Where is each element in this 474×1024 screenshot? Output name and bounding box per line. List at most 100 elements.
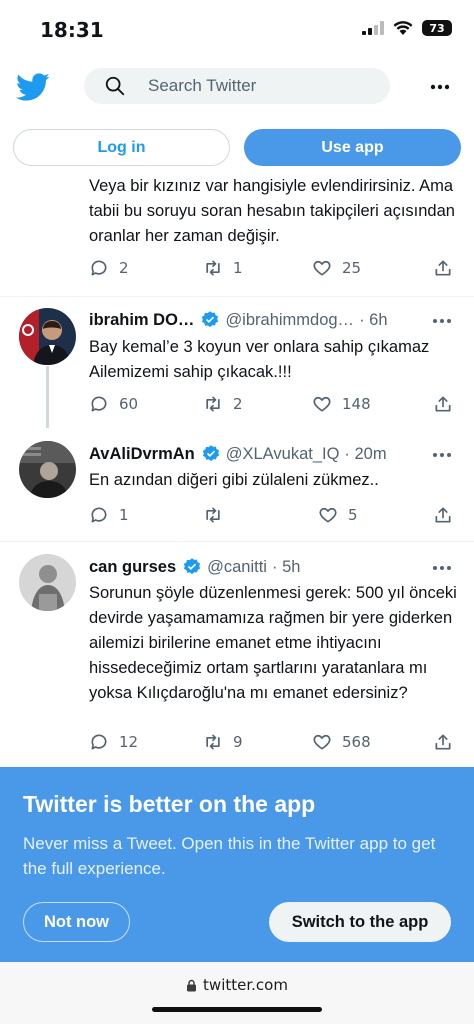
like-button[interactable]: 148 bbox=[312, 394, 371, 414]
like-button[interactable]: 25 bbox=[312, 258, 361, 278]
author-name[interactable]: AvAliDvrmAn bbox=[89, 445, 195, 464]
tweet-text: Bay kemal’e 3 koyun ver onlara sahip çık… bbox=[89, 338, 430, 381]
battery-indicator: 73 bbox=[422, 20, 452, 36]
search-icon bbox=[105, 76, 125, 96]
twitter-bird-icon[interactable] bbox=[16, 70, 50, 104]
reply-button[interactable]: 2 bbox=[89, 258, 129, 278]
avatar[interactable] bbox=[19, 308, 76, 365]
reply-count: 1 bbox=[119, 506, 129, 524]
wifi-icon bbox=[393, 21, 413, 35]
tweet-text: En azından diğeri gibi zülaleni zükmez.. bbox=[89, 471, 379, 489]
retweet-icon bbox=[206, 507, 220, 523]
avatar-avali-image bbox=[19, 441, 76, 498]
heart-icon bbox=[313, 260, 331, 276]
use-app-button[interactable]: Use app bbox=[244, 129, 461, 166]
avatar[interactable] bbox=[19, 554, 76, 611]
reply-button[interactable]: 1 bbox=[89, 505, 129, 525]
reply-icon bbox=[91, 260, 107, 276]
retweet-icon bbox=[206, 260, 220, 276]
reply-count: 12 bbox=[119, 733, 139, 751]
thread-line bbox=[46, 366, 49, 428]
author-handle[interactable]: @XLAvukat_IQ bbox=[226, 445, 340, 464]
banner-title: Twitter is better on the app bbox=[23, 791, 316, 817]
author-handle[interactable]: @ibrahimmdog… bbox=[225, 311, 354, 330]
tweet-text: Sorunun şöyle düzenlenmesi gerek: 500 yı… bbox=[89, 584, 457, 702]
retweet-icon bbox=[206, 396, 220, 412]
share-button[interactable] bbox=[433, 394, 453, 414]
tweet-time[interactable]: · 6h bbox=[359, 311, 387, 330]
banner-subtitle: Never miss a Tweet. Open this in the Twi… bbox=[23, 834, 436, 878]
retweet-icon bbox=[206, 734, 220, 750]
status-time: 18:31 bbox=[40, 18, 104, 42]
switch-to-app-button[interactable]: Switch to the app bbox=[269, 902, 451, 942]
author-handle[interactable]: @canitti bbox=[207, 558, 267, 577]
retweet-button[interactable]: 9 bbox=[203, 732, 243, 752]
share-button[interactable] bbox=[433, 258, 453, 278]
share-button[interactable] bbox=[433, 505, 453, 525]
like-button[interactable]: 5 bbox=[318, 505, 358, 525]
retweet-count: 1 bbox=[233, 259, 243, 277]
retweet-count: 2 bbox=[233, 395, 243, 413]
verified-badge-icon bbox=[202, 311, 219, 328]
tweet-header: can gurses @canitti · 5h bbox=[89, 555, 459, 579]
like-count: 148 bbox=[342, 395, 371, 413]
more-options-icon[interactable] bbox=[430, 80, 450, 94]
not-now-button[interactable]: Not now bbox=[23, 902, 130, 942]
lock-icon bbox=[187, 979, 197, 991]
search-box[interactable] bbox=[84, 68, 390, 104]
retweet-button[interactable] bbox=[203, 505, 233, 525]
verified-badge-icon bbox=[202, 445, 219, 462]
reply-button[interactable]: 60 bbox=[89, 394, 138, 414]
home-indicator bbox=[152, 1007, 322, 1012]
url-display[interactable]: twitter.com bbox=[0, 976, 474, 994]
top-bar bbox=[0, 64, 474, 110]
search-input[interactable] bbox=[148, 76, 368, 96]
retweet-button[interactable]: 2 bbox=[203, 394, 243, 414]
divider bbox=[0, 296, 474, 297]
tweet-time[interactable]: · 5h bbox=[272, 558, 300, 577]
reply-icon bbox=[91, 734, 107, 750]
url-text: twitter.com bbox=[203, 976, 288, 994]
avatar-ibrahim-image bbox=[19, 308, 76, 365]
tweet-text: Veya bir kızınız var hangisiyle evlendir… bbox=[89, 177, 455, 245]
reply-count: 60 bbox=[119, 395, 139, 413]
reply-count: 2 bbox=[119, 259, 129, 277]
tweet-header: ibrahim DO… @ibrahimmdog… · 6h bbox=[89, 308, 459, 332]
avatar-can-image bbox=[19, 554, 76, 611]
status-icons: 73 bbox=[362, 20, 452, 36]
share-icon bbox=[435, 734, 451, 750]
tweet-actions: 2 1 25 bbox=[89, 258, 461, 282]
browser-url-bar[interactable]: twitter.com bbox=[0, 962, 474, 1024]
heart-icon bbox=[319, 507, 337, 523]
login-button[interactable]: Log in bbox=[13, 129, 230, 166]
retweet-button[interactable]: 1 bbox=[203, 258, 243, 278]
reply-icon bbox=[91, 507, 107, 523]
heart-icon bbox=[313, 734, 331, 750]
tweet-header: AvAliDvrmAn @XLAvukat_IQ · 20m bbox=[89, 442, 459, 466]
app-promo-banner: Twitter is better on the app Never miss … bbox=[0, 767, 474, 962]
tweet-time[interactable]: · 20m bbox=[344, 445, 386, 464]
author-name[interactable]: can gurses bbox=[89, 558, 176, 577]
tweet-more-icon[interactable] bbox=[432, 565, 452, 571]
like-count: 5 bbox=[348, 506, 358, 524]
verified-badge-icon bbox=[183, 558, 201, 575]
like-button[interactable]: 568 bbox=[312, 732, 371, 752]
cellular-signal-icon bbox=[362, 21, 384, 35]
heart-icon bbox=[313, 396, 331, 412]
author-name[interactable]: ibrahim DO… bbox=[89, 311, 194, 330]
tweet-more-icon[interactable] bbox=[432, 318, 452, 324]
auth-row: Log in Use app bbox=[0, 129, 474, 167]
status-bar: 18:31 73 bbox=[0, 0, 474, 58]
tweet-actions: 1 5 bbox=[89, 505, 461, 529]
tweet-actions: 60 2 148 bbox=[89, 394, 461, 418]
reply-button[interactable]: 12 bbox=[89, 732, 138, 752]
tweet-actions: 12 9 568 bbox=[89, 732, 461, 756]
retweet-count: 9 bbox=[233, 733, 243, 751]
share-icon bbox=[435, 396, 451, 412]
like-count: 25 bbox=[342, 259, 362, 277]
like-count: 568 bbox=[342, 733, 371, 751]
share-icon bbox=[435, 507, 451, 523]
avatar[interactable] bbox=[19, 441, 76, 498]
tweet-more-icon[interactable] bbox=[432, 452, 452, 458]
share-button[interactable] bbox=[433, 732, 453, 752]
